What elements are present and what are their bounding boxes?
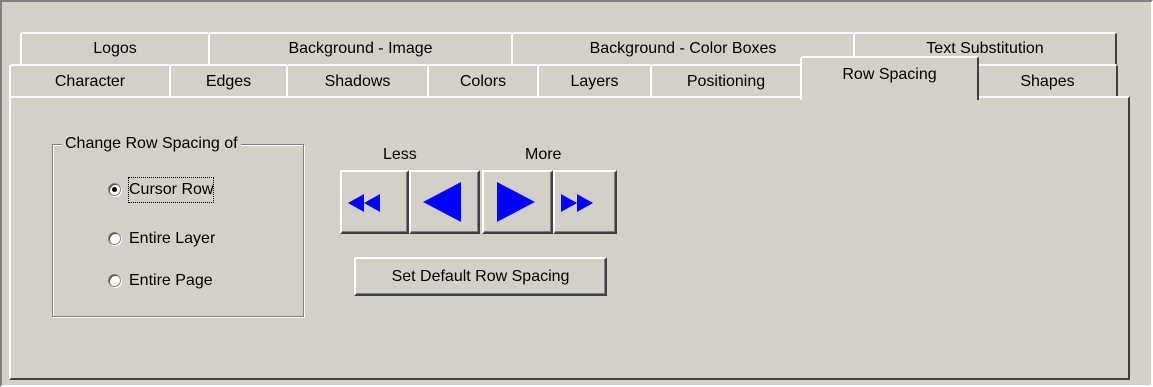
tab-shadows[interactable]: Shadows (286, 64, 429, 98)
more-label: More (525, 146, 562, 163)
tab-row-spacing[interactable]: Row Spacing (800, 56, 979, 100)
tab-label: Shapes (1020, 73, 1075, 90)
radio-label: Entire Layer (129, 230, 216, 247)
radio-button[interactable] (108, 274, 121, 287)
much-less-button[interactable] (340, 170, 409, 234)
change-row-spacing-group: Change Row Spacing of Cursor Row Entire … (52, 133, 304, 317)
row-spacing-panel: Change Row Spacing of Cursor Row Entire … (9, 96, 1130, 380)
double-left-arrow-icon (348, 194, 380, 212)
tab-label: Character (54, 73, 126, 90)
tab-label: Background - Color Boxes (589, 40, 777, 57)
group-title: Change Row Spacing of (62, 133, 241, 155)
tab-layers[interactable]: Layers (537, 64, 652, 98)
tab-background-image[interactable]: Background - Image (208, 32, 513, 66)
radio-label: Cursor Row (127, 177, 215, 203)
tab-logos[interactable]: Logos (20, 32, 210, 66)
much-more-button[interactable] (553, 170, 617, 234)
tab-positioning[interactable]: Positioning (650, 64, 802, 98)
radio-button[interactable] (108, 232, 121, 245)
left-arrow-icon (423, 182, 461, 222)
less-label: Less (383, 146, 417, 163)
button-label: Set Default Row Spacing (391, 268, 570, 285)
tab-label: Positioning (686, 73, 766, 90)
tab-label: Logos (93, 40, 137, 57)
tab-label: Background - Image (288, 40, 433, 57)
set-default-row-spacing-button[interactable]: Set Default Row Spacing (354, 257, 607, 296)
tab-colors[interactable]: Colors (427, 64, 539, 98)
tab-label: Layers (570, 73, 619, 90)
tab-label: Shadows (324, 73, 391, 90)
tab-character[interactable]: Character (9, 64, 171, 98)
tab-label: Row Spacing (842, 66, 937, 83)
tab-label: Edges (205, 73, 252, 90)
tab-label: Colors (459, 73, 507, 90)
radio-label: Entire Page (129, 272, 213, 289)
right-arrow-icon (497, 182, 535, 222)
tab-shapes[interactable]: Shapes (977, 64, 1118, 98)
tab-label: Text Substitution (926, 40, 1044, 57)
tab-edges[interactable]: Edges (169, 64, 288, 98)
more-button[interactable] (482, 170, 553, 234)
less-button[interactable] (409, 170, 480, 234)
radio-button-checked[interactable] (108, 183, 121, 196)
double-right-arrow-icon (561, 194, 593, 212)
